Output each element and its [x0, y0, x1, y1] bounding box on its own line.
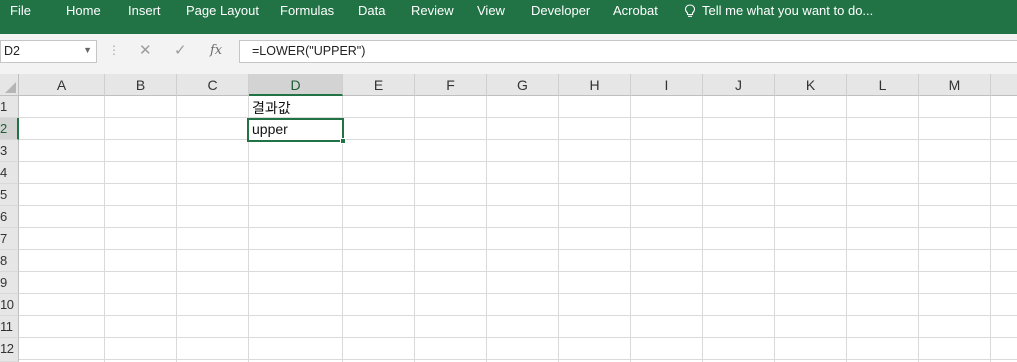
gridline	[19, 227, 1017, 228]
column-header-overflow	[991, 74, 1017, 96]
gridline	[774, 96, 775, 362]
column-header-g[interactable]: G	[487, 74, 559, 96]
column-header-a[interactable]: A	[19, 74, 105, 96]
lightbulb-icon	[684, 4, 696, 17]
column-header-e[interactable]: E	[343, 74, 415, 96]
tab-home[interactable]: Home	[66, 0, 101, 22]
column-header-j[interactable]: J	[703, 74, 775, 96]
select-all-button[interactable]	[0, 74, 19, 96]
gridline	[630, 96, 631, 362]
row-header-5[interactable]: 5	[0, 184, 19, 206]
tell-me-label: Tell me what you want to do...	[702, 3, 874, 18]
row-header-7[interactable]: 7	[0, 228, 19, 250]
column-header-k[interactable]: K	[775, 74, 847, 96]
tab-data[interactable]: Data	[358, 0, 385, 22]
tab-formulas[interactable]: Formulas	[280, 0, 334, 22]
gridline	[19, 315, 1017, 316]
row-header-8[interactable]: 8	[0, 250, 19, 272]
gridline	[486, 96, 487, 362]
gridline	[918, 96, 919, 362]
gridline	[702, 96, 703, 362]
gridline	[19, 139, 1017, 140]
gridline	[19, 161, 1017, 162]
gridline	[104, 96, 105, 362]
fill-handle[interactable]	[340, 138, 346, 144]
column-header-b[interactable]: B	[105, 74, 177, 96]
tab-file[interactable]: File	[10, 0, 31, 22]
column-header-c[interactable]: C	[177, 74, 249, 96]
gridline	[19, 359, 1017, 360]
row-header-6[interactable]: 6	[0, 206, 19, 228]
ribbon-tab-bar: File Home Insert Page Layout Formulas Da…	[0, 0, 1017, 34]
column-header-h[interactable]: H	[559, 74, 631, 96]
row-header-1[interactable]: 1	[0, 96, 19, 118]
formula-text: =LOWER("UPPER")	[252, 44, 366, 58]
column-header-f[interactable]: F	[415, 74, 487, 96]
cancel-icon[interactable]: ✕	[139, 42, 152, 60]
row-header-3[interactable]: 3	[0, 140, 19, 162]
column-header-m[interactable]: M	[919, 74, 991, 96]
column-header-i[interactable]: I	[631, 74, 703, 96]
row-header-10[interactable]: 10	[0, 294, 19, 316]
gridline	[19, 205, 1017, 206]
formula-input[interactable]: =LOWER("UPPER")	[239, 40, 1017, 63]
tab-review[interactable]: Review	[411, 0, 454, 22]
row-header-12[interactable]: 12	[0, 338, 19, 362]
column-header-l[interactable]: L	[847, 74, 919, 96]
insert-function-button[interactable]: fx	[210, 43, 222, 58]
drag-handle-icon[interactable]: ⋮	[108, 44, 120, 56]
chevron-down-icon[interactable]: ▼	[83, 45, 92, 55]
row-header-4[interactable]: 4	[0, 162, 19, 184]
row-header-11[interactable]: 11	[0, 316, 19, 338]
gridline	[176, 96, 177, 362]
gridline	[19, 293, 1017, 294]
gridline	[19, 249, 1017, 250]
row-header-9[interactable]: 9	[0, 272, 19, 294]
gridline	[19, 183, 1017, 184]
gridline	[558, 96, 559, 362]
cell-d2[interactable]: upper	[252, 121, 288, 137]
tab-acrobat[interactable]: Acrobat	[613, 0, 658, 22]
gridline	[19, 337, 1017, 338]
row-header-2[interactable]: 2	[0, 118, 19, 140]
tab-view[interactable]: View	[477, 0, 505, 22]
tab-insert[interactable]: Insert	[128, 0, 161, 22]
gridline	[19, 271, 1017, 272]
cell-d1[interactable]: 결과값	[252, 98, 291, 118]
gridline	[19, 117, 1017, 118]
column-header-d[interactable]: D	[249, 74, 343, 96]
name-box-value: D2	[4, 44, 20, 58]
gridline	[846, 96, 847, 362]
name-box[interactable]: D2 ▼	[0, 40, 97, 63]
tab-page-layout[interactable]: Page Layout	[186, 0, 259, 22]
gridline	[414, 96, 415, 362]
enter-icon[interactable]: ✓	[174, 42, 187, 60]
gridline	[990, 96, 991, 362]
tab-developer[interactable]: Developer	[531, 0, 590, 22]
